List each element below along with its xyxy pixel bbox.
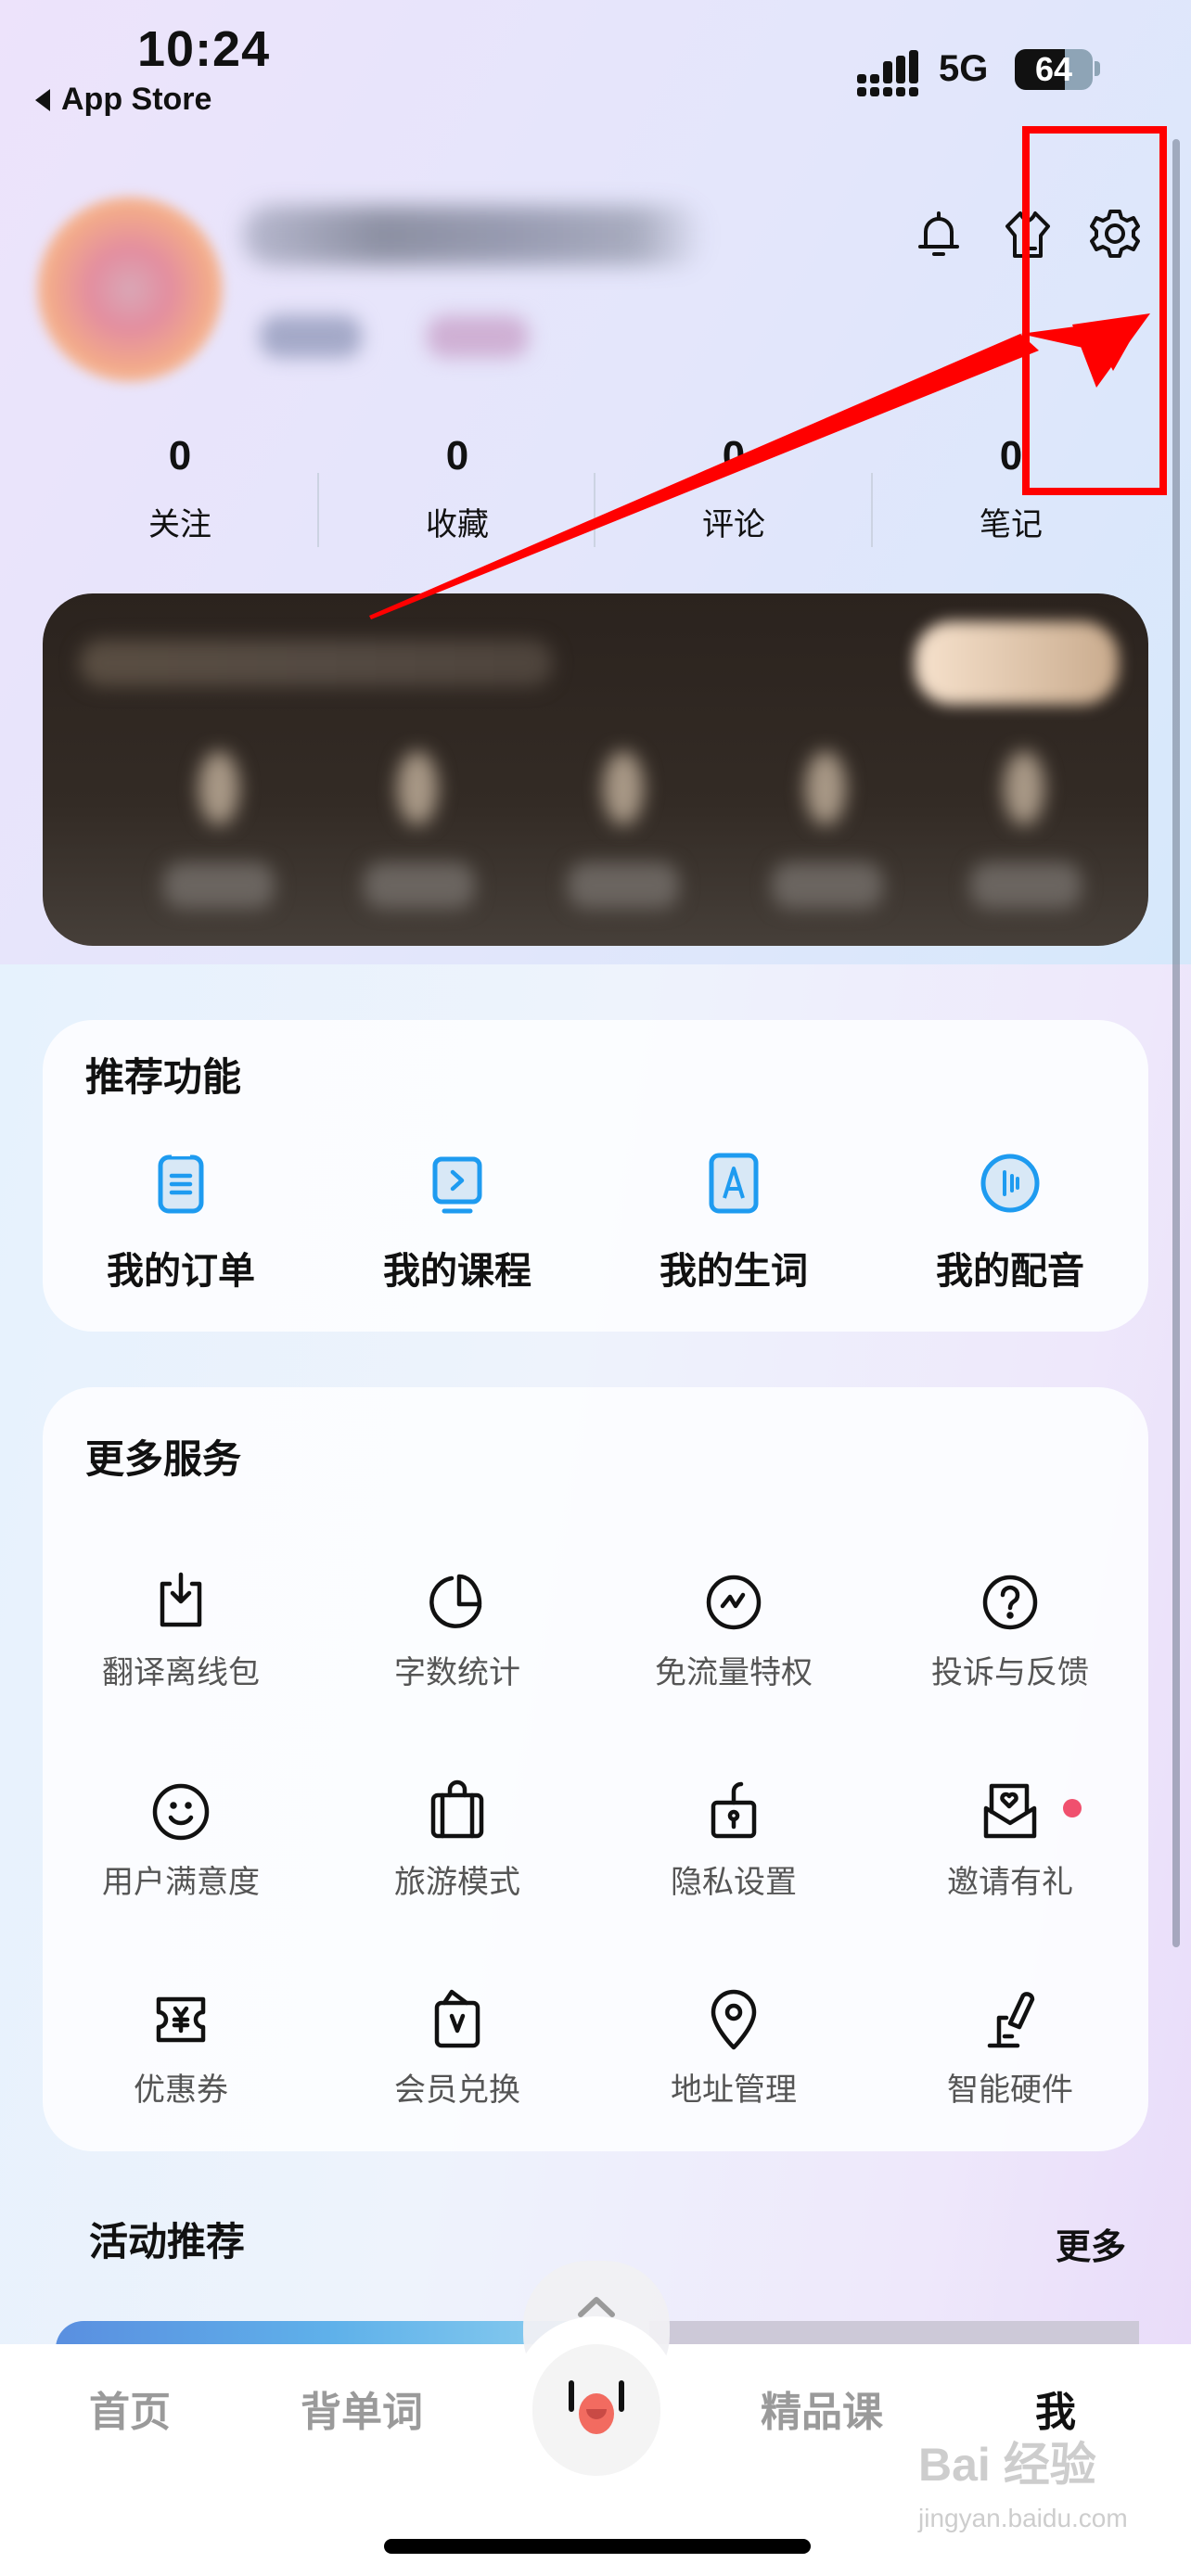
services-card: 更多服务 翻译离线包 字数统计 免流量特权 投诉与反馈 用户满意度 旅游模式 隐… bbox=[43, 1387, 1148, 2151]
vip-benefit-icon bbox=[805, 751, 846, 825]
lock-icon bbox=[711, 1781, 757, 1839]
feature-label: 我的配音 bbox=[936, 1250, 1084, 1293]
feature-my-orders[interactable]: 我的订单 bbox=[43, 1150, 319, 1294]
feature-my-dubbing[interactable]: 我的配音 bbox=[872, 1150, 1148, 1294]
home-indicator[interactable] bbox=[384, 2539, 811, 2554]
coupon-icon bbox=[156, 1996, 206, 2043]
service-word-count[interactable]: 字数统计 bbox=[319, 1569, 596, 1692]
services-title: 更多服务 bbox=[85, 1436, 242, 1482]
suitcase-icon bbox=[430, 1779, 484, 1839]
mascot-face-icon bbox=[532, 2344, 660, 2476]
service-vip-exchange[interactable]: 会员兑换 bbox=[319, 1986, 596, 2110]
question-icon bbox=[982, 1575, 1038, 1630]
order-list-icon bbox=[158, 1151, 204, 1214]
tab-vocabulary[interactable]: 背单词 bbox=[301, 2378, 423, 2438]
service-label: 智能硬件 bbox=[947, 2072, 1073, 2109]
traffic-icon bbox=[706, 1575, 762, 1630]
invite-envelope-icon bbox=[983, 1783, 1037, 1839]
vip-exchange-icon bbox=[434, 1989, 480, 2048]
service-free-traffic[interactable]: 免流量特权 bbox=[596, 1569, 872, 1692]
service-label: 旅游模式 bbox=[394, 1864, 520, 1901]
service-label: 用户满意度 bbox=[102, 1864, 260, 1901]
feature-label: 我的生词 bbox=[660, 1250, 808, 1293]
feature-label: 我的订单 bbox=[107, 1250, 255, 1293]
service-label: 邀请有礼 bbox=[947, 1864, 1073, 1901]
service-satisfaction[interactable]: 用户满意度 bbox=[43, 1779, 319, 1902]
vip-benefit-label bbox=[772, 862, 883, 909]
pie-chart-icon bbox=[429, 1574, 482, 1628]
vip-benefit-icon bbox=[198, 751, 239, 825]
smile-icon bbox=[152, 1783, 210, 1841]
service-feedback[interactable]: 投诉与反馈 bbox=[872, 1569, 1148, 1692]
vip-benefit-label bbox=[163, 862, 275, 909]
vip-benefit-label bbox=[568, 862, 679, 909]
course-play-icon bbox=[432, 1156, 482, 1214]
service-coupons[interactable]: 优惠券 bbox=[43, 1986, 319, 2110]
service-label: 翻译离线包 bbox=[102, 1654, 260, 1691]
vip-benefit-icon bbox=[1004, 751, 1044, 825]
dubbing-audio-icon bbox=[980, 1154, 1040, 1213]
service-travel-mode[interactable]: 旅游模式 bbox=[319, 1779, 596, 1902]
service-label: 免流量特权 bbox=[655, 1654, 813, 1691]
smart-pen-icon bbox=[987, 1992, 1035, 2048]
download-icon bbox=[160, 1572, 202, 1627]
feature-label: 我的课程 bbox=[383, 1250, 531, 1293]
service-address[interactable]: 地址管理 bbox=[596, 1986, 872, 2110]
service-invite[interactable]: 邀请有礼 bbox=[872, 1779, 1148, 1902]
tab-home[interactable]: 首页 bbox=[89, 2378, 171, 2438]
activities-title: 活动推荐 bbox=[89, 2219, 246, 2264]
notification-badge bbox=[1063, 1799, 1082, 1817]
vip-benefit-icon bbox=[397, 751, 438, 825]
vocabulary-a-icon bbox=[709, 1153, 759, 1214]
service-label: 字数统计 bbox=[394, 1654, 520, 1691]
service-privacy[interactable]: 隐私设置 bbox=[596, 1779, 872, 1902]
location-icon bbox=[711, 1989, 757, 2050]
feature-my-courses[interactable]: 我的课程 bbox=[319, 1150, 596, 1294]
service-label: 会员兑换 bbox=[394, 2072, 520, 2109]
watermark-url: jingyan.baidu.com bbox=[918, 2504, 1128, 2532]
annotation-arrow bbox=[369, 313, 1150, 619]
watermark-brand: Bai 经验 bbox=[918, 2439, 1096, 2491]
activities-more-link[interactable]: 更多 bbox=[1056, 2218, 1126, 2269]
service-label: 优惠券 bbox=[134, 2072, 228, 2109]
service-label: 投诉与反馈 bbox=[931, 1654, 1089, 1691]
service-label: 隐私设置 bbox=[671, 1864, 797, 1901]
service-label: 地址管理 bbox=[671, 2072, 797, 2109]
vip-benefit-label bbox=[970, 862, 1082, 909]
vip-benefit-icon bbox=[603, 751, 644, 825]
recommended-title: 推荐功能 bbox=[85, 1054, 242, 1100]
vip-benefit-label bbox=[364, 862, 475, 909]
service-smart-hardware[interactable]: 智能硬件 bbox=[872, 1986, 1148, 2110]
recommended-card: 推荐功能 我的订单 我的课程 我的生词 我的配音 bbox=[43, 1020, 1148, 1332]
tab-courses[interactable]: 精品课 bbox=[761, 2378, 883, 2438]
feature-my-vocabulary[interactable]: 我的生词 bbox=[596, 1150, 872, 1294]
chevron-up-icon bbox=[578, 2297, 615, 2317]
service-offline-package[interactable]: 翻译离线包 bbox=[43, 1569, 319, 1692]
